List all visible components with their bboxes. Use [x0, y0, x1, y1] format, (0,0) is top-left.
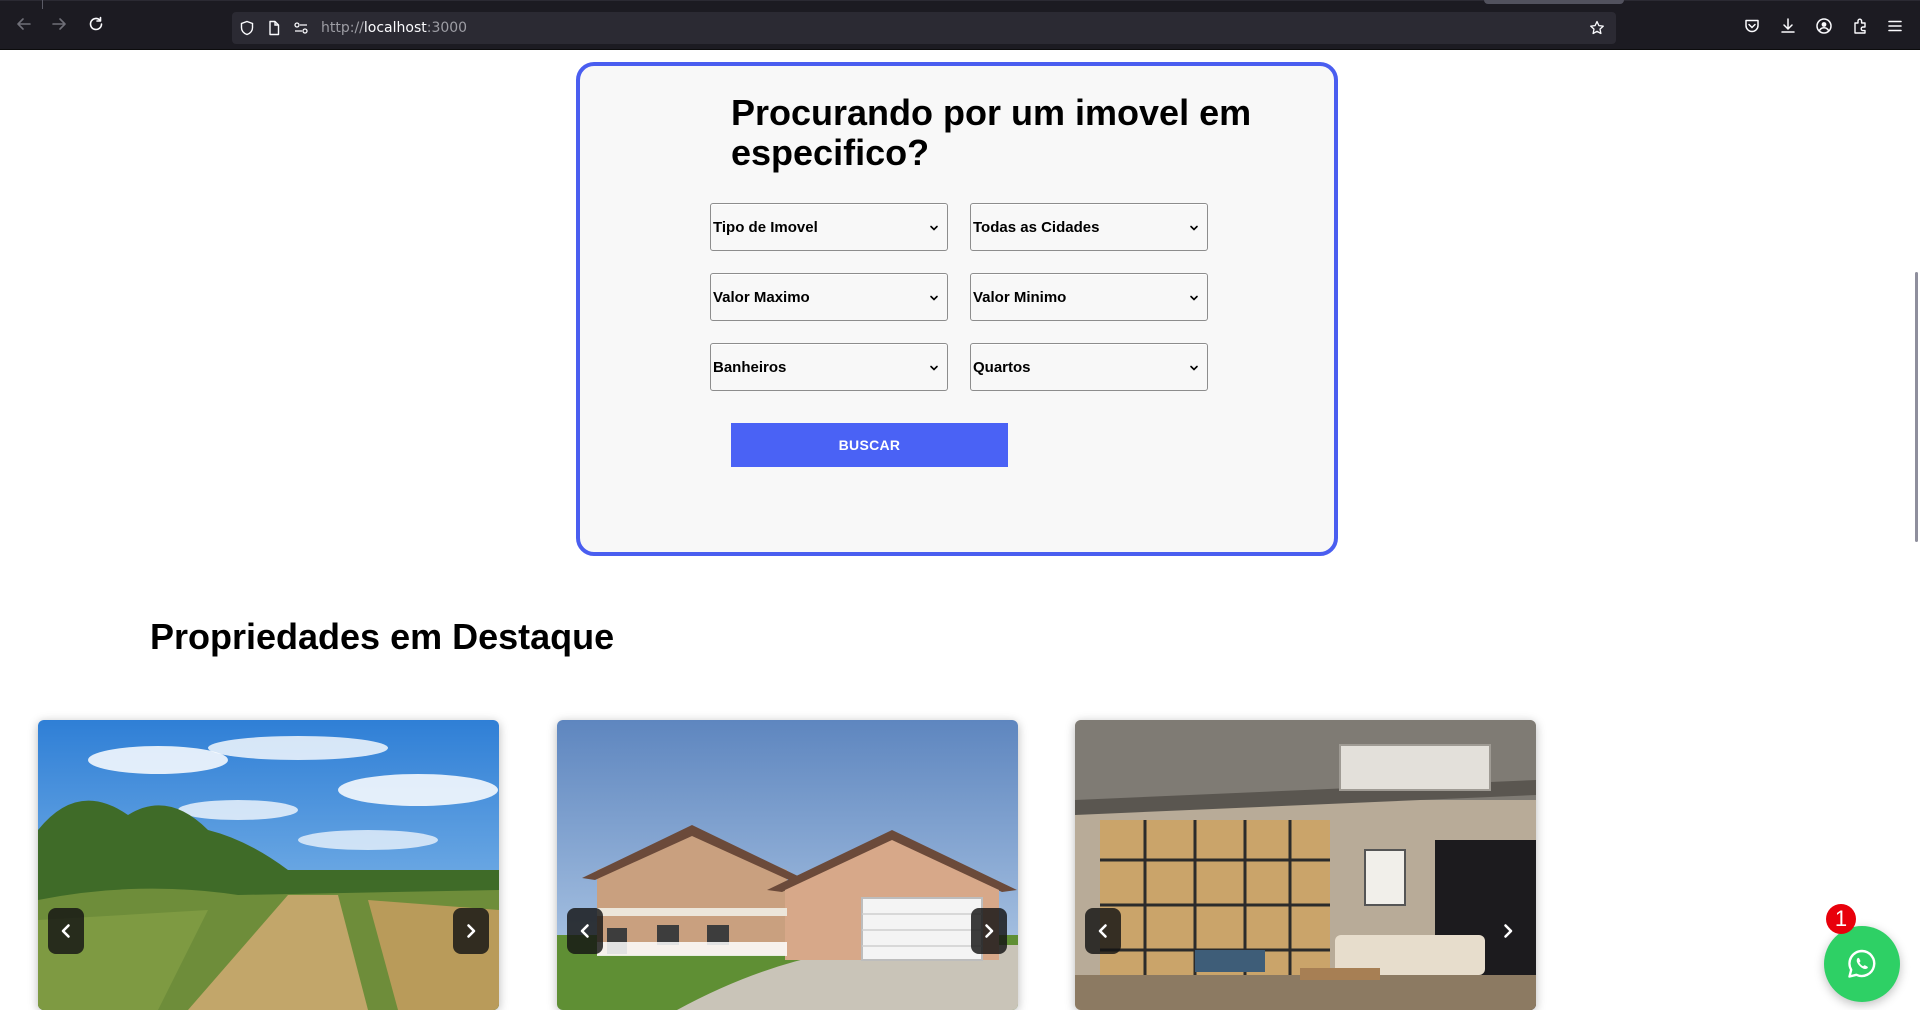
select-label: Banheiros — [713, 359, 787, 376]
url-text[interactable]: http://localhost:3000 — [321, 20, 467, 36]
suburban-house-photo — [557, 720, 1018, 1010]
url-host: localhost — [363, 20, 427, 36]
chevron-down-icon — [1190, 295, 1198, 301]
shield-icon[interactable] — [238, 19, 256, 37]
select-bathrooms[interactable]: Banheiros — [710, 343, 948, 391]
extensions-icon[interactable] — [1850, 16, 1870, 36]
select-property-type[interactable]: Tipo de Imovel — [710, 203, 948, 251]
chevron-down-icon — [930, 225, 938, 231]
chevron-right-icon — [985, 924, 994, 938]
select-label: Todas as Cidades — [973, 219, 1100, 236]
forward-icon[interactable] — [48, 13, 70, 35]
rural-land-photo — [38, 720, 499, 1010]
carousel-next-button[interactable] — [971, 908, 1007, 954]
notification-badge: 1 — [1826, 904, 1856, 934]
chevron-left-icon — [61, 924, 70, 938]
chevron-down-icon — [930, 295, 938, 301]
carousel-prev-button[interactable] — [48, 908, 84, 954]
property-card[interactable] — [557, 720, 1018, 1010]
property-card[interactable] — [1075, 720, 1536, 1010]
select-min-value[interactable]: Valor Minimo — [970, 273, 1208, 321]
select-max-value[interactable]: Valor Maximo — [710, 273, 948, 321]
select-label: Quartos — [973, 359, 1031, 376]
tab-strip — [0, 0, 1920, 1]
chevron-down-icon — [1190, 365, 1198, 371]
chevron-left-icon — [580, 924, 589, 938]
permissions-icon[interactable] — [292, 19, 310, 37]
address-bar[interactable]: http://localhost:3000 — [232, 12, 1616, 44]
carousel-next-button[interactable] — [1490, 908, 1526, 954]
search-title: Procurando por um imovel em especifico? — [731, 92, 1252, 173]
back-icon[interactable] — [13, 13, 35, 35]
carousel-next-button[interactable] — [453, 908, 489, 954]
chevron-right-icon — [1504, 924, 1513, 938]
pocket-icon[interactable] — [1742, 16, 1762, 36]
url-prefix: http:// — [321, 20, 364, 36]
download-icon[interactable] — [1778, 16, 1798, 36]
chevron-left-icon — [1098, 924, 1107, 938]
chevron-down-icon — [1190, 225, 1198, 231]
carousel-prev-button[interactable] — [567, 908, 603, 954]
url-port: :3000 — [426, 20, 468, 36]
carousel-prev-button[interactable] — [1085, 908, 1121, 954]
property-card[interactable] — [38, 720, 499, 1010]
whatsapp-icon — [1848, 949, 1876, 978]
page-icon[interactable] — [265, 19, 283, 37]
select-label: Tipo de Imovel — [713, 219, 818, 236]
bookmark-star-icon[interactable] — [1588, 19, 1606, 37]
menu-icon[interactable] — [1885, 16, 1905, 36]
select-city[interactable]: Todas as Cidades — [970, 203, 1208, 251]
featured-title: Propriedades em Destaque — [150, 616, 615, 657]
select-label: Valor Minimo — [973, 289, 1067, 306]
browser-toolbar: http://localhost:3000 — [0, 0, 1920, 50]
tab-divider — [42, 0, 43, 9]
account-icon[interactable] — [1814, 16, 1834, 36]
modern-living-room-photo — [1075, 720, 1536, 1010]
tab-indicator[interactable] — [1484, 0, 1624, 4]
select-label: Valor Maximo — [713, 289, 810, 306]
search-button[interactable]: BUSCAR — [731, 423, 1008, 467]
chevron-right-icon — [467, 924, 476, 938]
chevron-down-icon — [930, 365, 938, 371]
whatsapp-button[interactable] — [1824, 926, 1900, 1002]
page-scrollbar[interactable] — [1915, 272, 1918, 542]
reload-icon[interactable] — [85, 13, 107, 35]
select-bedrooms[interactable]: Quartos — [970, 343, 1208, 391]
